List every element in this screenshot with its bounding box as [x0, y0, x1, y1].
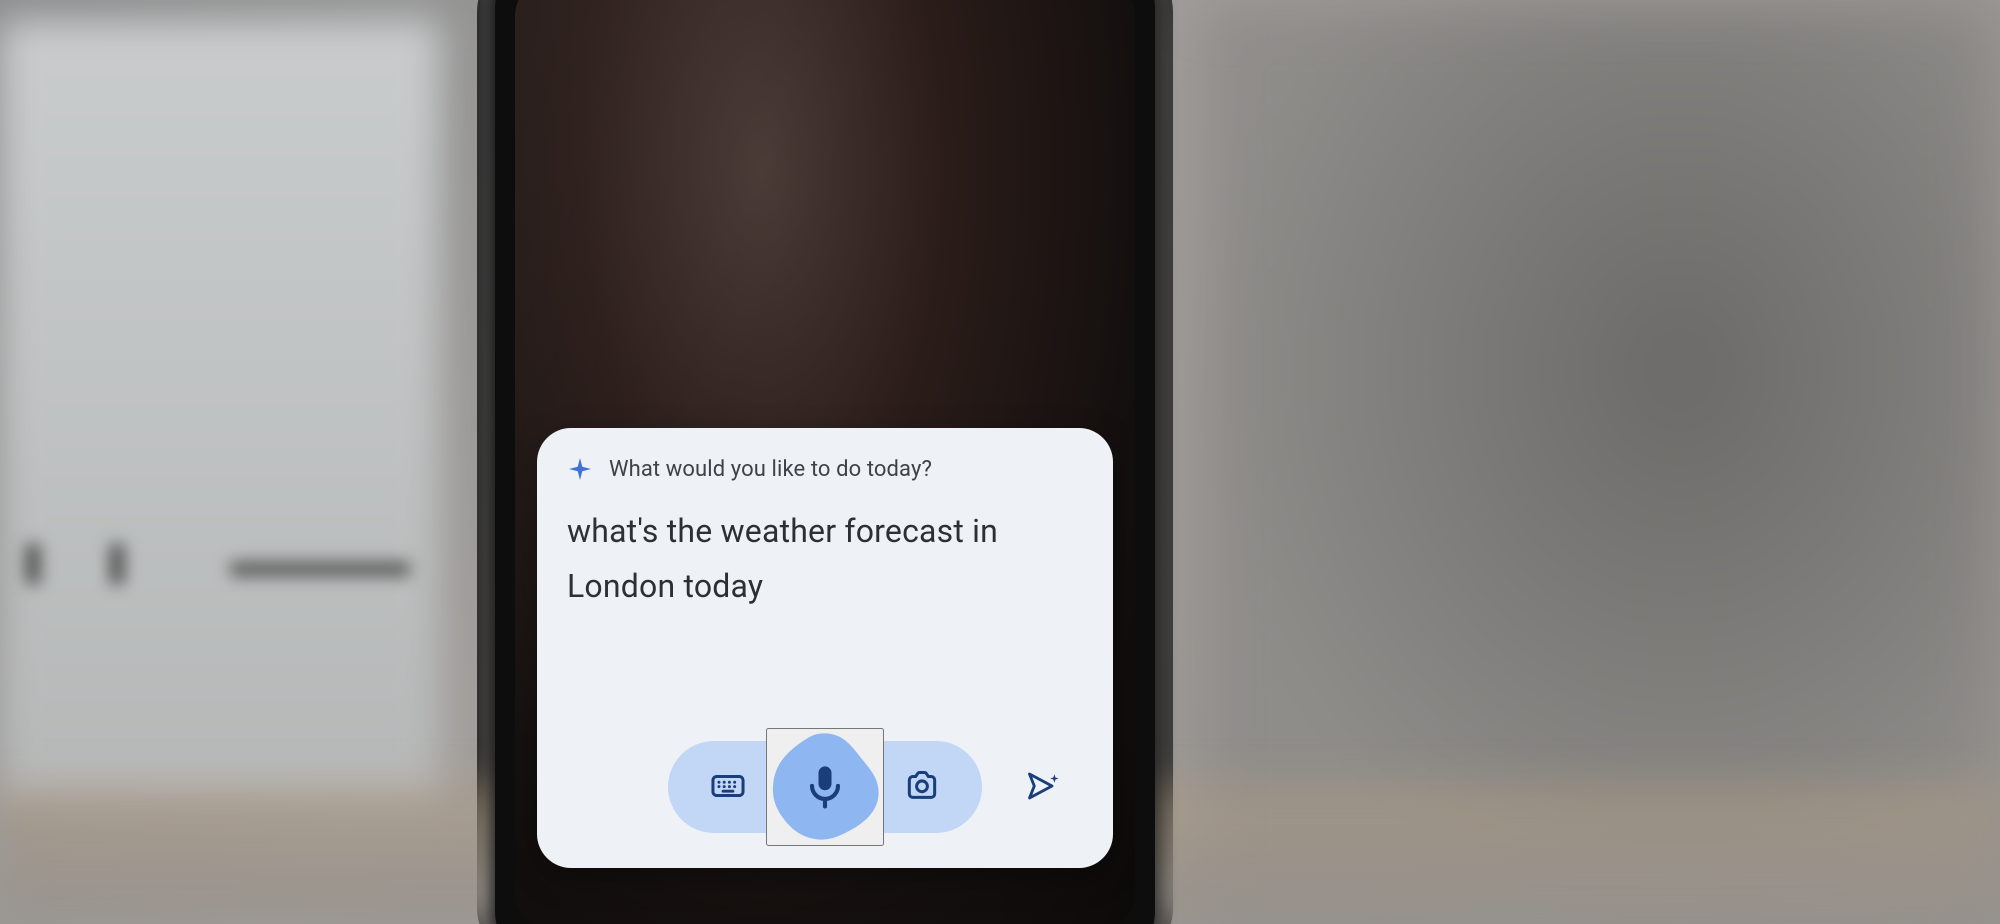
assistant-card: What would you like to do today? what's … [537, 428, 1113, 868]
assistant-prompt: What would you like to do today? [609, 457, 932, 482]
input-mode-pill [668, 741, 982, 833]
background-ports [20, 544, 420, 604]
send-button[interactable] [1015, 759, 1071, 815]
assistant-transcript[interactable]: what's the weather forecast in London to… [567, 504, 1083, 732]
microphone-icon [799, 761, 851, 813]
sparkle-icon [567, 456, 593, 482]
send-icon [1025, 768, 1061, 807]
phone-frame: What would you like to do today? what's … [495, 0, 1155, 924]
camera-icon [903, 767, 941, 808]
assistant-action-row [567, 732, 1083, 842]
keyboard-icon [709, 767, 747, 808]
camera-button[interactable] [886, 751, 958, 823]
microphone-button[interactable] [766, 728, 884, 846]
keyboard-button[interactable] [692, 751, 764, 823]
phone-screen: What would you like to do today? what's … [515, 0, 1135, 924]
assistant-header: What would you like to do today? [567, 456, 1083, 482]
background-monitor [0, 20, 440, 800]
